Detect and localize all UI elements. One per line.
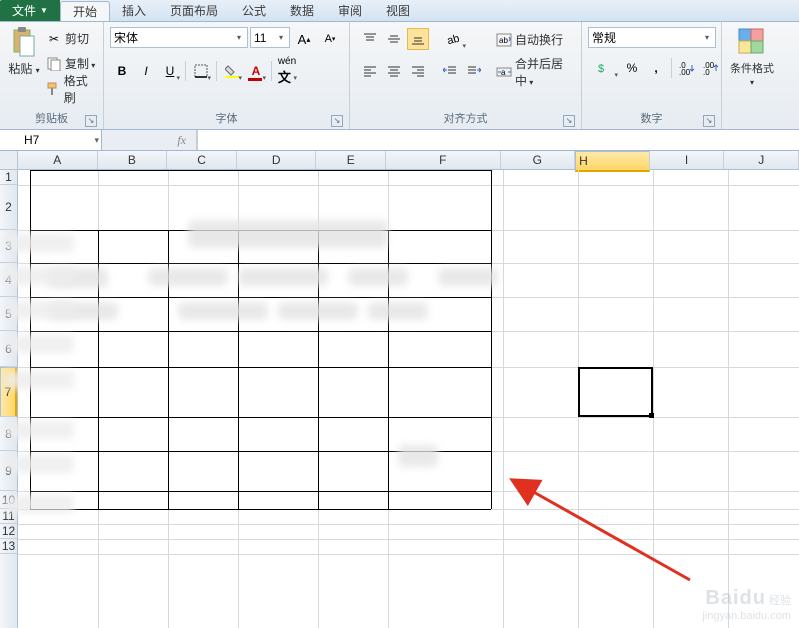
- row-header[interactable]: 1: [0, 170, 17, 185]
- cond-fmt-label: 条件格式▾: [730, 60, 774, 88]
- row-header[interactable]: 2: [0, 185, 17, 230]
- column-headers: ABCDEFGHIJ: [18, 151, 799, 170]
- number-launcher[interactable]: ↘: [703, 115, 715, 127]
- tab-file[interactable]: 文件▼: [0, 0, 60, 21]
- annotation-arrow: [520, 480, 720, 603]
- brush-icon: [46, 81, 61, 97]
- tab-insert[interactable]: 插入: [110, 0, 158, 21]
- align-top-button[interactable]: [359, 28, 381, 50]
- phonetic-button[interactable]: wén文: [276, 60, 298, 82]
- comma-button[interactable]: ,: [645, 57, 667, 79]
- merge-icon: a: [496, 64, 512, 80]
- chevron-down-icon: ▾: [276, 33, 286, 42]
- column-header[interactable]: J: [724, 151, 799, 169]
- fill-color-button[interactable]: [221, 60, 243, 82]
- font-size-select[interactable]: 11▾: [250, 27, 290, 48]
- align-left-button[interactable]: [359, 60, 381, 82]
- column-header[interactable]: E: [316, 151, 386, 169]
- scissors-icon: ✂: [46, 31, 62, 47]
- increase-indent-button[interactable]: [463, 60, 485, 82]
- svg-text:ab: ab: [446, 33, 461, 47]
- paste-icon: [8, 26, 40, 58]
- align-bottom-button[interactable]: [407, 28, 429, 50]
- align-middle-button[interactable]: [383, 28, 405, 50]
- svg-text:ab: ab: [499, 36, 508, 45]
- column-header[interactable]: F: [386, 151, 500, 169]
- select-all-corner[interactable]: [0, 151, 18, 170]
- column-header[interactable]: A: [18, 151, 98, 169]
- tab-view[interactable]: 视图: [374, 0, 422, 21]
- font-group-label: 字体: [216, 113, 238, 125]
- font-launcher[interactable]: ↘: [331, 115, 343, 127]
- decrease-indent-button[interactable]: [439, 60, 461, 82]
- chevron-down-icon: ▾: [94, 135, 99, 146]
- decrease-font-button[interactable]: A▾: [319, 28, 341, 50]
- ribbon: 粘贴 ▾ ✂剪切 复制 ▾ 格式刷 剪贴板↘ 宋体▾ 11▾ A▴ A▾ B I…: [0, 22, 799, 130]
- cut-button[interactable]: ✂剪切: [46, 27, 97, 50]
- underline-button[interactable]: U: [159, 60, 181, 82]
- number-format-select[interactable]: 常规▾: [588, 27, 716, 48]
- column-header[interactable]: D: [237, 151, 317, 169]
- active-cell[interactable]: [578, 367, 653, 417]
- row-header[interactable]: 12: [0, 524, 17, 539]
- paste-label: 粘贴 ▾: [8, 60, 39, 77]
- italic-button[interactable]: I: [135, 60, 157, 82]
- paste-button[interactable]: 粘贴 ▾: [4, 24, 44, 79]
- tab-home[interactable]: 开始: [60, 1, 110, 21]
- format-painter-button[interactable]: 格式刷: [46, 77, 97, 100]
- svg-text:.0: .0: [703, 68, 710, 75]
- tab-formulas[interactable]: 公式: [230, 0, 278, 21]
- tab-file-label: 文件: [12, 2, 36, 19]
- name-box[interactable]: H7▾: [0, 130, 102, 150]
- copy-icon: [46, 56, 62, 72]
- column-header[interactable]: B: [98, 151, 168, 169]
- font-family-select[interactable]: 宋体▾: [110, 27, 248, 48]
- chevron-down-icon: ▾: [234, 33, 244, 42]
- font-color-button[interactable]: A: [245, 60, 267, 82]
- alignment-group-label: 对齐方式: [444, 113, 488, 125]
- fx-icon[interactable]: fx: [177, 133, 186, 148]
- formula-bar-buttons: fx: [102, 130, 197, 150]
- align-right-button[interactable]: [407, 60, 429, 82]
- merge-center-button[interactable]: a合并后居中 ▾: [496, 60, 573, 83]
- chevron-down-icon: ▾: [702, 33, 712, 42]
- clipboard-launcher[interactable]: ↘: [85, 115, 97, 127]
- accounting-format-button[interactable]: $: [589, 57, 619, 79]
- row-header[interactable]: 13: [0, 539, 17, 554]
- svg-text:a: a: [501, 68, 506, 77]
- decrease-decimal-button[interactable]: .00.0: [700, 57, 722, 79]
- increase-font-button[interactable]: A▴: [293, 28, 315, 50]
- clipboard-group-label: 剪贴板: [35, 113, 68, 125]
- number-group-label: 数字: [641, 113, 663, 125]
- svg-text:$: $: [598, 63, 604, 75]
- ribbon-tabs: 文件▼ 开始 插入 页面布局 公式 数据 审阅 视图: [0, 0, 799, 22]
- tab-layout[interactable]: 页面布局: [158, 0, 230, 21]
- column-header[interactable]: I: [650, 151, 725, 169]
- column-header[interactable]: C: [167, 151, 237, 169]
- svg-text:.00: .00: [679, 68, 691, 75]
- increase-decimal-button[interactable]: .0.00: [676, 57, 698, 79]
- conditional-formatting-button[interactable]: 条件格式▾: [726, 24, 778, 90]
- alignment-launcher[interactable]: ↘: [563, 115, 575, 127]
- orientation-button[interactable]: ab: [439, 28, 467, 50]
- percent-button[interactable]: %: [621, 57, 643, 79]
- formula-bar: H7▾ fx: [0, 130, 799, 151]
- formula-input[interactable]: [197, 130, 799, 150]
- bold-button[interactable]: B: [111, 60, 133, 82]
- tab-data[interactable]: 数据: [278, 0, 326, 21]
- wrap-icon: ab: [496, 32, 512, 48]
- wrap-text-button[interactable]: ab自动换行: [496, 28, 573, 51]
- tab-review[interactable]: 审阅: [326, 0, 374, 21]
- column-header[interactable]: H: [575, 151, 650, 172]
- conditional-format-icon: [736, 26, 768, 58]
- border-button[interactable]: [190, 60, 212, 82]
- align-center-button[interactable]: [383, 60, 405, 82]
- column-header[interactable]: G: [501, 151, 576, 169]
